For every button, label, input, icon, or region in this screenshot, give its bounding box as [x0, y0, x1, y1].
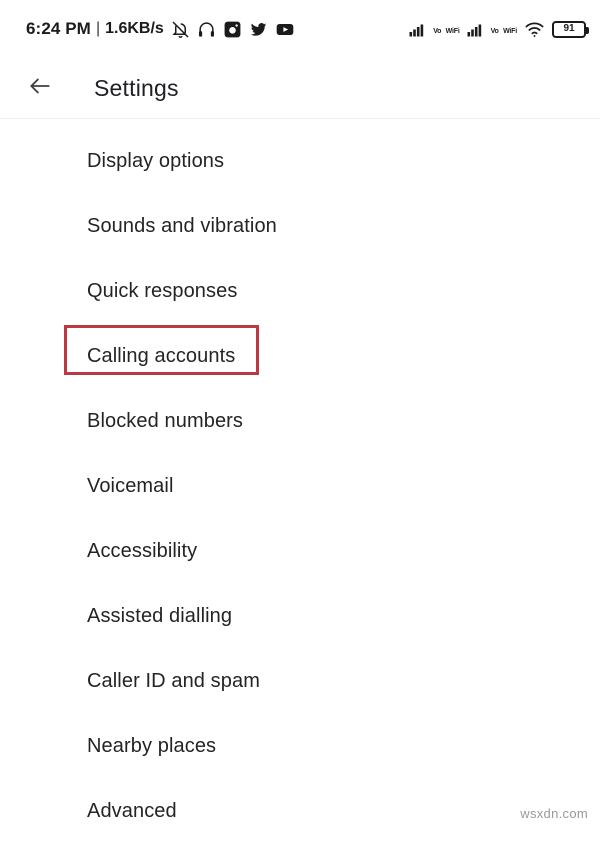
headphone-icon: [197, 20, 216, 39]
settings-item-label: Advanced: [87, 800, 177, 822]
page-title: Settings: [94, 74, 179, 101]
settings-item-label: Nearby places: [87, 735, 217, 757]
network-speed-label: 1.6KB/s: [105, 20, 164, 37]
status-bar: 6:24 PM | 1.6KB/s Vo WiFi Vo WiFi 91: [0, 0, 600, 58]
settings-item-label: Caller ID and spam: [87, 670, 260, 692]
volte-line-2: WiFi: [503, 28, 517, 35]
settings-item-label: Quick responses: [87, 280, 238, 302]
status-clock: 6:24 PM: [26, 19, 91, 38]
battery-level-label: 91: [563, 23, 575, 34]
settings-item-blocked-numbers[interactable]: Blocked numbers: [0, 389, 600, 454]
volte-line-2: WiFi: [445, 28, 460, 35]
volte-wifi-label: Vo WiFi: [490, 20, 518, 38]
settings-item-sounds-and-vibration[interactable]: Sounds and vibration: [0, 194, 600, 259]
signal-bars-icon: [409, 22, 426, 37]
battery-indicator: 91: [552, 20, 589, 38]
back-arrow-icon: [27, 73, 53, 104]
settings-item-display-options[interactable]: Display options: [0, 129, 600, 194]
settings-list: Display options Sounds and vibration Qui…: [0, 119, 600, 844]
back-button[interactable]: [18, 66, 62, 110]
youtube-icon: [275, 20, 295, 39]
bell-muted-icon: [171, 20, 190, 39]
status-bar-right: Vo WiFi Vo WiFi 91: [409, 20, 589, 38]
app-bar: Settings: [0, 58, 600, 118]
settings-item-calling-accounts[interactable]: Calling accounts: [0, 324, 600, 389]
status-bar-left: 6:24 PM | 1.6KB/s: [26, 19, 295, 39]
settings-item-label: Sounds and vibration: [87, 215, 277, 237]
status-separator: |: [95, 20, 101, 37]
volte-line-1: Vo: [433, 28, 442, 35]
signal-bars-icon: [467, 22, 484, 37]
instagram-icon: [223, 20, 242, 39]
watermark: wsxdn.com: [520, 806, 588, 821]
settings-item-assisted-dialling[interactable]: Assisted dialling: [0, 584, 600, 649]
settings-item-label: Voicemail: [87, 475, 174, 497]
settings-item-label: Assisted dialling: [87, 605, 233, 627]
twitter-icon: [249, 20, 268, 39]
settings-item-label: Accessibility: [87, 540, 198, 562]
settings-item-label: Blocked numbers: [87, 410, 244, 432]
settings-item-caller-id-and-spam[interactable]: Caller ID and spam: [0, 649, 600, 714]
settings-item-accessibility[interactable]: Accessibility: [0, 519, 600, 584]
settings-item-voicemail[interactable]: Voicemail: [0, 454, 600, 519]
volte-wifi-label: Vo WiFi: [433, 20, 460, 38]
wifi-icon: [524, 21, 545, 38]
settings-item-quick-responses[interactable]: Quick responses: [0, 259, 600, 324]
settings-item-advanced[interactable]: Advanced: [0, 779, 600, 844]
settings-item-label: Display options: [87, 150, 225, 172]
settings-item-label: Calling accounts: [87, 345, 236, 367]
volte-line-1: Vo: [490, 28, 499, 35]
settings-item-nearby-places[interactable]: Nearby places: [0, 714, 600, 779]
